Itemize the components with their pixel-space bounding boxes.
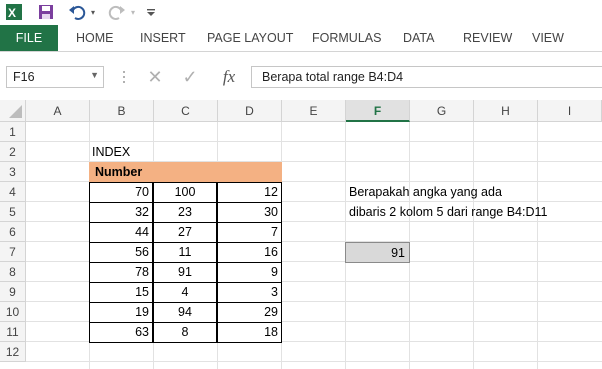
table-row: 44 27 7 bbox=[89, 222, 282, 243]
undo-dropdown-icon[interactable]: ▾ bbox=[88, 3, 98, 21]
tab-data[interactable]: DATA bbox=[403, 25, 434, 51]
table-row: 78 91 9 bbox=[89, 262, 282, 283]
table-cell[interactable]: 8 bbox=[153, 322, 217, 343]
column-header-d[interactable]: D bbox=[218, 100, 282, 122]
gridline bbox=[537, 122, 538, 369]
gridline bbox=[473, 122, 474, 369]
select-all-corner[interactable] bbox=[0, 100, 26, 122]
redo-icon[interactable] bbox=[106, 3, 128, 21]
row-header-3[interactable]: 3 bbox=[0, 162, 26, 182]
spreadsheet-grid: A B C D E F G H I 1 2 3 4 5 6 7 8 9 10 1… bbox=[0, 100, 602, 369]
undo-icon[interactable] bbox=[66, 3, 88, 21]
table-cell[interactable]: 3 bbox=[217, 282, 282, 303]
name-box[interactable]: F16 ▼ bbox=[6, 66, 104, 88]
result-cell-f7[interactable]: 91 bbox=[345, 242, 410, 263]
table-row: 15 4 3 bbox=[89, 282, 282, 303]
row-header-5[interactable]: 5 bbox=[0, 202, 26, 222]
table-cell[interactable]: 32 bbox=[89, 202, 153, 223]
column-header-g[interactable]: G bbox=[410, 100, 474, 122]
table-cell[interactable]: 56 bbox=[89, 242, 153, 263]
row-header-8[interactable]: 8 bbox=[0, 262, 26, 282]
table-row: 56 11 16 bbox=[89, 242, 282, 263]
formula-bar-grip[interactable] bbox=[122, 70, 126, 84]
table-cell[interactable]: 100 bbox=[153, 182, 217, 203]
column-header-e[interactable]: E bbox=[282, 100, 346, 122]
gridline bbox=[26, 361, 602, 362]
table-cell[interactable]: 63 bbox=[89, 322, 153, 343]
table-cell[interactable]: 4 bbox=[153, 282, 217, 303]
table-cell[interactable]: 16 bbox=[217, 242, 282, 263]
row-header-9[interactable]: 9 bbox=[0, 282, 26, 302]
table-cell[interactable]: 30 bbox=[217, 202, 282, 223]
cancel-icon[interactable]: ✕ bbox=[145, 67, 165, 87]
table-row: 63 8 18 bbox=[89, 322, 282, 343]
question-line-2[interactable]: dibaris 2 kolom 5 dari range B4:D11 bbox=[349, 202, 548, 222]
row-header-2[interactable]: 2 bbox=[0, 142, 26, 162]
table-cell[interactable]: 70 bbox=[89, 182, 153, 203]
data-table: 70 100 12 32 23 30 44 27 7 56 11 16 78 91 9 15 4 3 19 94 29 6… bbox=[89, 182, 282, 343]
tab-formulas[interactable]: FORMULAS bbox=[312, 25, 381, 51]
table-row: 19 94 29 bbox=[89, 302, 282, 323]
row-header-12[interactable]: 12 bbox=[0, 342, 26, 362]
tab-review[interactable]: REVIEW bbox=[463, 25, 512, 51]
table-cell[interactable]: 23 bbox=[153, 202, 217, 223]
column-header-c[interactable]: C bbox=[154, 100, 218, 122]
table-cell[interactable]: 12 bbox=[217, 182, 282, 203]
tab-page-layout[interactable]: PAGE LAYOUT bbox=[207, 25, 293, 51]
column-header-a[interactable]: A bbox=[26, 100, 90, 122]
chevron-down-icon[interactable]: ▼ bbox=[90, 70, 99, 80]
cell-b2-title[interactable]: INDEX bbox=[92, 142, 154, 162]
table-cell[interactable]: 11 bbox=[153, 242, 217, 263]
customize-icon[interactable] bbox=[144, 3, 158, 21]
row-header-10[interactable]: 10 bbox=[0, 302, 26, 322]
quick-access-toolbar: X ▾ ▾ bbox=[0, 0, 602, 25]
insert-function-icon[interactable]: fx bbox=[216, 66, 242, 88]
table-cell[interactable]: 94 bbox=[153, 302, 217, 323]
table-cell[interactable]: 9 bbox=[217, 262, 282, 283]
table-cell[interactable]: 15 bbox=[89, 282, 153, 303]
enter-icon[interactable]: ✓ bbox=[180, 67, 200, 87]
row-header-4[interactable]: 4 bbox=[0, 182, 26, 202]
question-line-1[interactable]: Berapakah angka yang ada bbox=[349, 182, 502, 202]
tab-home[interactable]: HOME bbox=[76, 25, 114, 51]
tab-file[interactable]: FILE bbox=[0, 25, 58, 51]
table-cell[interactable]: 44 bbox=[89, 222, 153, 243]
table-cell[interactable]: 7 bbox=[217, 222, 282, 243]
table-row: 70 100 12 bbox=[89, 182, 282, 203]
column-header-h[interactable]: H bbox=[474, 100, 538, 122]
tab-insert[interactable]: INSERT bbox=[140, 25, 186, 51]
row-header-11[interactable]: 11 bbox=[0, 322, 26, 342]
table-cell[interactable]: 91 bbox=[153, 262, 217, 283]
column-header-i[interactable]: I bbox=[538, 100, 602, 122]
table-row: 32 23 30 bbox=[89, 202, 282, 223]
name-box-value: F16 bbox=[13, 70, 35, 84]
formula-bar: F16 ▼ ✕ ✓ fx Berapa total range B4:D4 bbox=[0, 62, 602, 92]
svg-text:X: X bbox=[8, 6, 16, 20]
redo-dropdown-icon[interactable]: ▾ bbox=[128, 3, 138, 21]
formula-text: Berapa total range B4:D4 bbox=[262, 70, 404, 84]
table-header-number[interactable]: Number bbox=[89, 162, 282, 182]
row-header-7[interactable]: 7 bbox=[0, 242, 26, 262]
table-cell[interactable]: 78 bbox=[89, 262, 153, 283]
row-header-6[interactable]: 6 bbox=[0, 222, 26, 242]
table-cell[interactable]: 19 bbox=[89, 302, 153, 323]
save-icon[interactable] bbox=[36, 3, 56, 21]
formula-input[interactable]: Berapa total range B4:D4 bbox=[251, 66, 602, 88]
table-cell[interactable]: 27 bbox=[153, 222, 217, 243]
tab-view[interactable]: VIEW bbox=[532, 25, 564, 51]
ribbon-tabs: FILE HOME INSERT PAGE LAYOUT FORMULAS DA… bbox=[0, 25, 602, 52]
column-header-f[interactable]: F bbox=[346, 100, 410, 122]
column-header-b[interactable]: B bbox=[90, 100, 154, 122]
row-header-1[interactable]: 1 bbox=[0, 122, 26, 142]
table-cell[interactable]: 18 bbox=[217, 322, 282, 343]
excel-logo-icon: X bbox=[4, 3, 24, 21]
table-cell[interactable]: 29 bbox=[217, 302, 282, 323]
